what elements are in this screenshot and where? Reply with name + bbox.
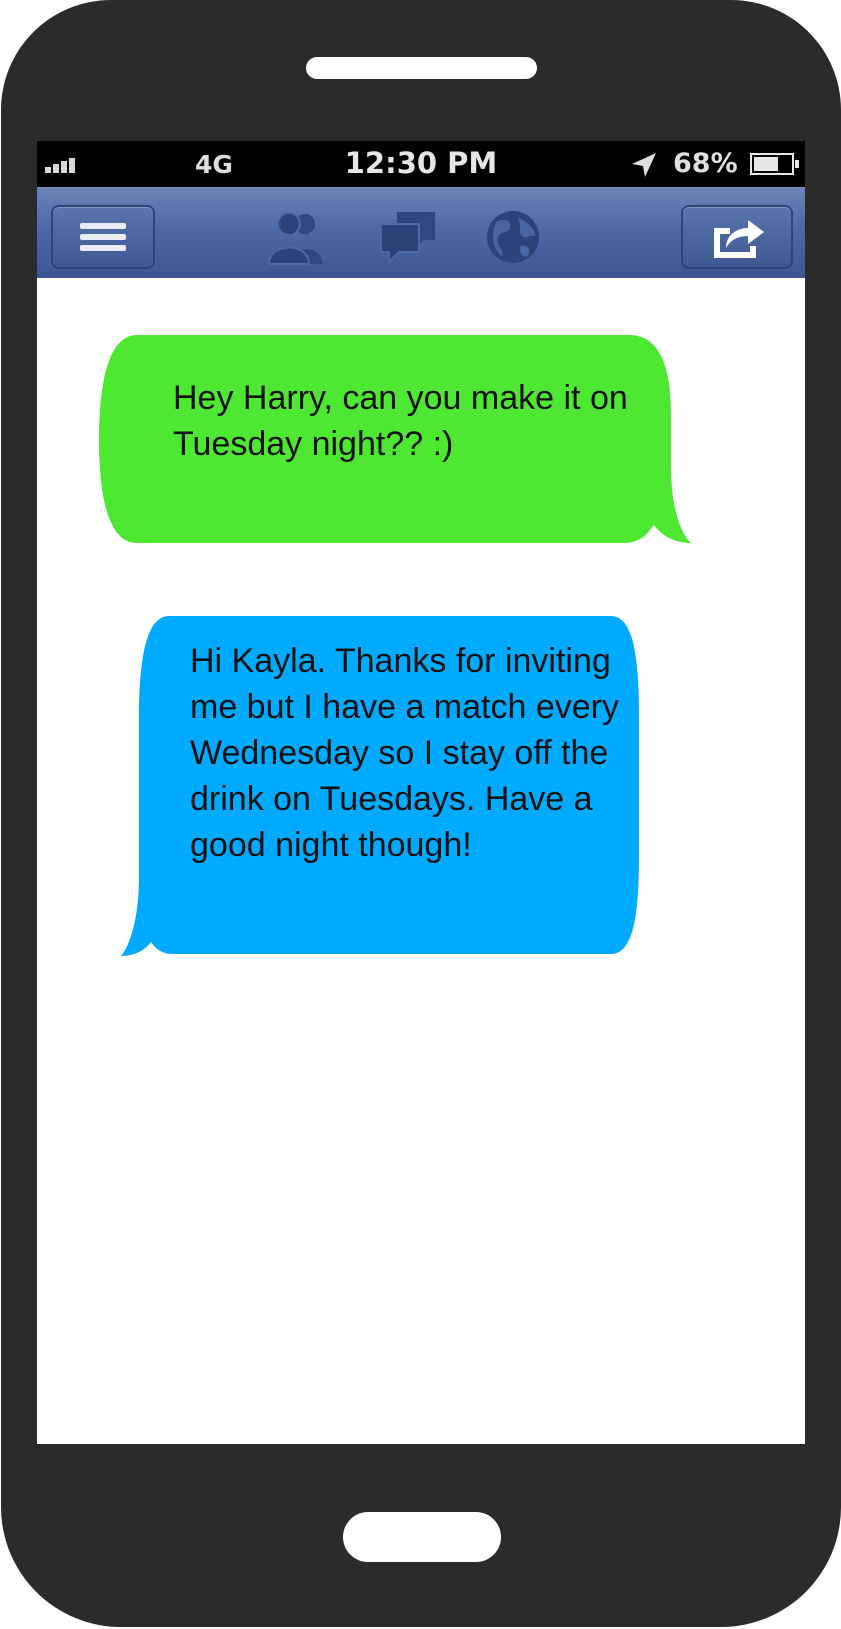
menu-icon [80, 218, 126, 256]
status-bar: 4G 12:30 PM 68% [37, 141, 805, 187]
battery-percentage: 68% [673, 148, 738, 179]
message-text: Hi Kayla. Thanks for inviting me but I h… [190, 642, 619, 864]
phone-screen: 4G 12:30 PM 68% Hey Harry, can you make … [37, 141, 805, 1444]
share-button[interactable] [681, 205, 793, 269]
message-text: Hey Harry, can you make it on Tuesday ni… [173, 379, 628, 463]
top-nav-bar [37, 187, 805, 278]
menu-button[interactable] [51, 205, 155, 269]
share-icon [714, 220, 764, 258]
incoming-message-bubble: Hi Kayla. Thanks for inviting me but I h… [121, 616, 661, 956]
friends-icon[interactable] [265, 208, 327, 266]
location-arrow-icon [632, 153, 656, 177]
phone-frame: 4G 12:30 PM 68% Hey Harry, can you make … [1, 0, 841, 1627]
earpiece-speaker [306, 57, 537, 79]
home-button[interactable] [343, 1512, 501, 1562]
globe-icon[interactable] [482, 208, 544, 266]
battery-icon [750, 153, 799, 175]
outgoing-message-bubble: Hey Harry, can you make it on Tuesday ni… [99, 335, 699, 545]
messages-icon[interactable] [377, 208, 439, 266]
